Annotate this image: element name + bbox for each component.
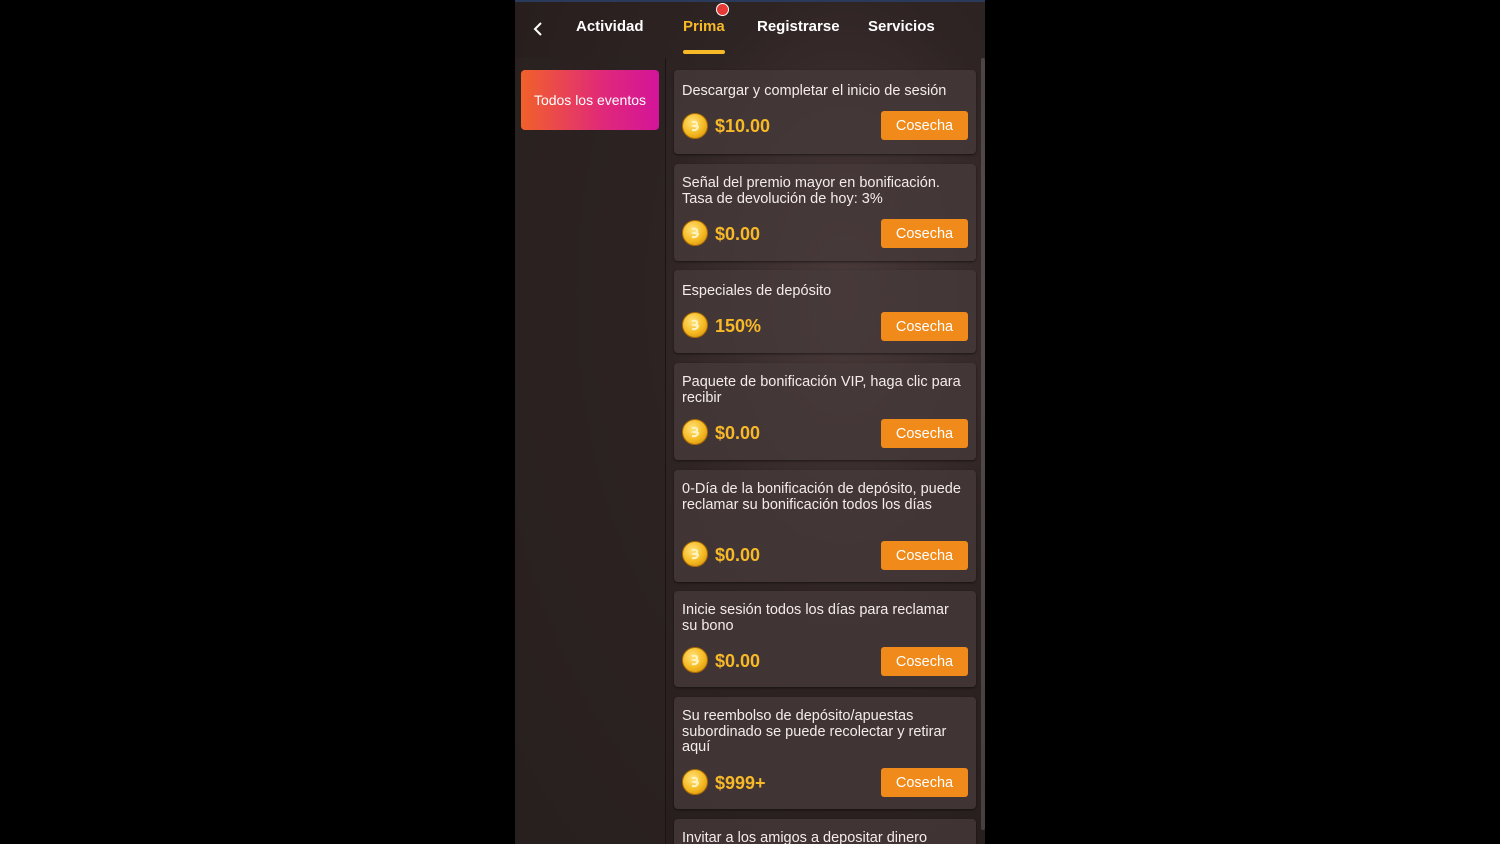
top-tab-bar: Actividad Prima Registrarse Servicios <box>515 0 985 58</box>
coin-icon <box>682 541 708 567</box>
tab-servicios[interactable]: Servicios <box>868 18 935 35</box>
promotion-title: Especiales de depósito <box>682 283 832 299</box>
promotion-title: Inicie sesión todos los días para reclam… <box>682 602 949 634</box>
promotion-card: Su reembolso de depósito/apuestas subord… <box>674 697 976 809</box>
collect-button[interactable]: Cosecha <box>881 419 968 448</box>
scrollbar[interactable] <box>981 58 985 830</box>
coin-icon <box>682 113 708 139</box>
tab-registrarse[interactable]: Registrarse <box>757 18 840 35</box>
promotion-title: Su reembolso de depósito/apuestas subord… <box>682 708 947 755</box>
back-button[interactable] <box>527 16 549 42</box>
promotion-amount: $10.00 <box>715 116 771 136</box>
promotion-title: Invitar a los amigos a depositar dinero <box>682 830 928 844</box>
promotion-card: 0-Día de la bonificación de depósito, pu… <box>674 470 976 582</box>
promotion-title: Señal del premio mayor en bonificación. … <box>682 175 940 207</box>
promotion-title: Descargar y completar el inicio de sesió… <box>682 83 947 99</box>
active-tab-indicator <box>683 50 725 54</box>
promotion-card: Descargar y completar el inicio de sesió… <box>674 70 976 154</box>
coin-icon <box>682 312 708 338</box>
promotion-card: Inicie sesión todos los días para reclam… <box>674 591 976 687</box>
collect-button[interactable]: Cosecha <box>881 647 968 676</box>
promotion-amount: $0.00 <box>715 423 761 443</box>
promotion-amount: $0.00 <box>715 545 761 565</box>
collect-button[interactable]: Cosecha <box>881 312 968 341</box>
coin-icon <box>682 419 708 445</box>
collect-button[interactable]: Cosecha <box>881 541 968 570</box>
collect-button[interactable]: Cosecha <box>881 768 968 797</box>
promotion-card: Invitar a los amigos a depositar dinero <box>674 819 976 844</box>
promotion-card: Señal del premio mayor en bonificación. … <box>674 164 976 261</box>
sidebar-item-todos-los-eventos[interactable]: Todos los eventos <box>521 70 659 130</box>
promotion-amount: 150% <box>715 316 762 336</box>
promotion-amount: $0.00 <box>715 651 761 671</box>
promotion-card: Paquete de bonificación VIP, haga clic p… <box>674 363 976 460</box>
chevron-left-icon <box>533 22 542 36</box>
coin-icon <box>682 647 708 673</box>
promotion-amount: $0.00 <box>715 224 761 244</box>
notification-dot <box>716 3 729 16</box>
coin-icon <box>682 769 708 795</box>
promotion-title: Paquete de bonificación VIP, haga clic p… <box>682 374 961 406</box>
promotion-title: 0-Día de la bonificación de depósito, pu… <box>682 481 961 513</box>
promotion-card: Especiales de depósito 150% Cosecha <box>674 270 976 353</box>
collect-button[interactable]: Cosecha <box>881 219 968 248</box>
app-screen: Actividad Prima Registrarse Servicios To… <box>515 0 985 844</box>
coin-icon <box>682 220 708 246</box>
sidebar-divider <box>665 58 666 844</box>
tab-actividad[interactable]: Actividad <box>576 18 644 35</box>
tab-prima[interactable]: Prima <box>683 18 725 35</box>
category-sidebar: Todos los eventos <box>515 58 665 844</box>
promotion-amount: $999+ <box>715 773 766 793</box>
collect-button[interactable]: Cosecha <box>881 111 968 140</box>
